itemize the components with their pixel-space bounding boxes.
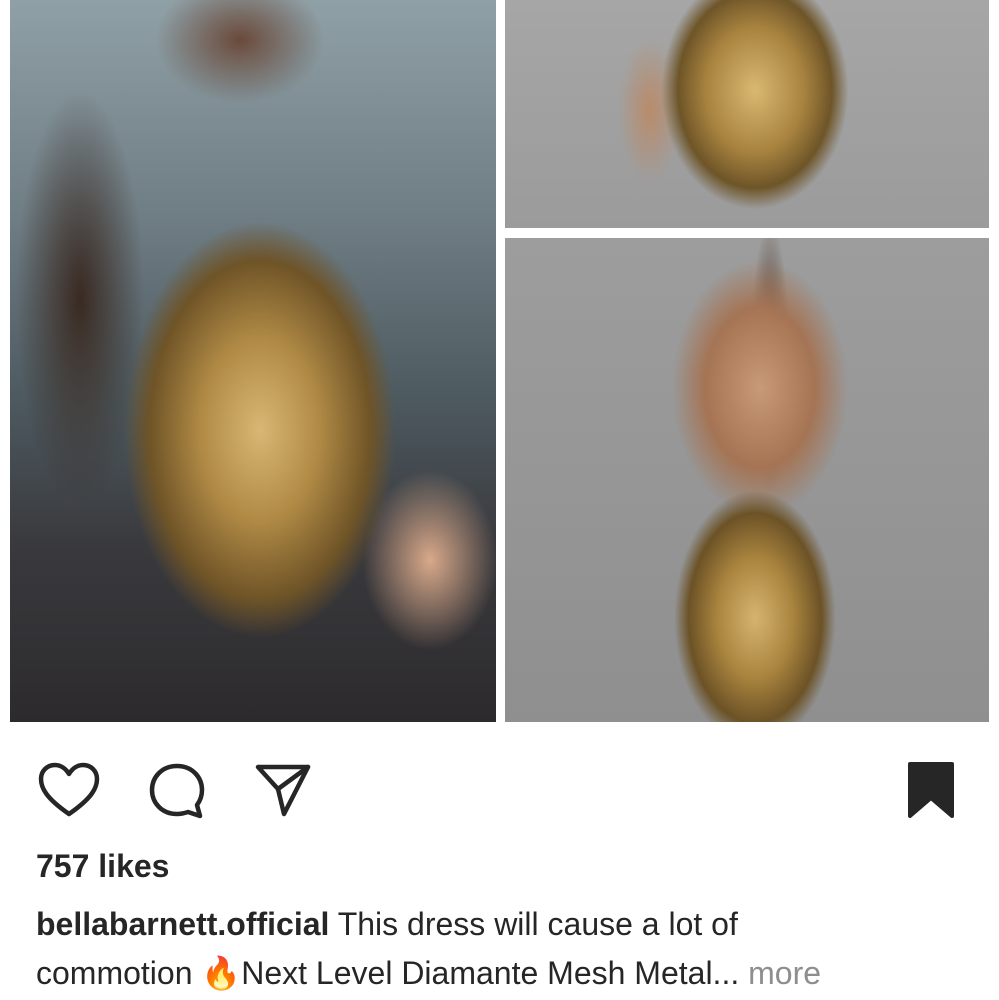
caption-text-part-1: This dress will cause a lot of [329,906,738,942]
comment-icon[interactable] [148,762,206,820]
caption-line-2: commotion 🔥Next Level Diamante Mesh Meta… [36,949,966,998]
caption-username[interactable]: bellabarnett.official [36,906,329,942]
likes-count[interactable]: 757 likes [36,848,169,885]
caption-line-1: bellabarnett.official This dress will ca… [36,900,966,949]
fire-emoji-icon: 🔥 [201,955,242,991]
caption-text-part-2: commotion [36,955,202,991]
post-image-collage[interactable] [0,0,999,730]
heart-icon[interactable] [38,762,100,818]
post-action-bar [0,740,999,840]
post-photo-main[interactable] [10,0,496,722]
post-caption: bellabarnett.official This dress will ca… [36,900,966,998]
post-photo-top-right[interactable] [505,0,989,228]
caption-text-part-3: Next Level Diamante Mesh Metal... [241,955,740,991]
post-photo-bottom-right[interactable] [505,238,989,722]
paper-plane-icon[interactable] [254,762,312,818]
caption-more-link[interactable]: more [739,955,821,991]
bookmark-icon[interactable] [906,760,956,820]
